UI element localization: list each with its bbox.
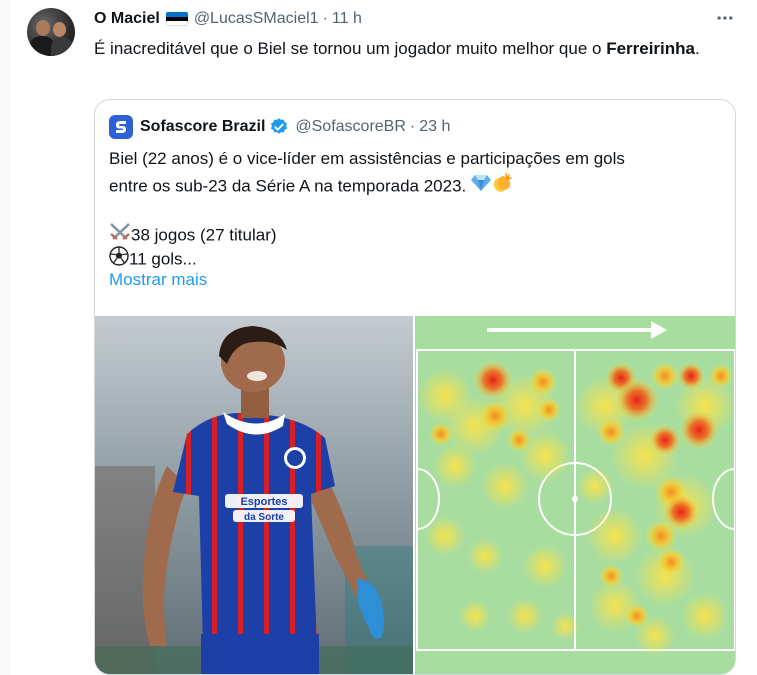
separator-dot: · (409, 118, 416, 135)
quote-header: Sofascore Brazil @SofascoreBR · 23 h (109, 115, 450, 139)
tweet[interactable]: O Maciel @LucasSMaciel1 · 11 h É inacred… (10, 0, 757, 675)
more-options-button[interactable] (710, 6, 740, 30)
tweet-time[interactable]: 11 h (332, 10, 362, 28)
clapping-hands-emoji-icon (491, 172, 513, 202)
tweet-text: É inacreditável que o Biel se tornou um … (94, 39, 700, 58)
verified-badge-icon (269, 117, 289, 137)
heatmap-pitch (415, 316, 735, 674)
gem-emoji-icon (470, 174, 491, 200)
quote-text-line-2: entre os sub-23 da Série A na temporada … (109, 172, 513, 202)
svg-text:da Sorte: da Sorte (244, 512, 284, 523)
sponsor-text: Esportes (240, 496, 287, 508)
separator-dot: · (322, 10, 328, 27)
quote-author-handle[interactable]: @SofascoreBR (295, 118, 406, 136)
more-dots-icon (717, 16, 733, 20)
tweet-header: O Maciel @LucasSMaciel1 · 11 h (94, 8, 362, 30)
quote-text-line-1: Biel (22 anos) é o vice-líder em assistê… (109, 149, 625, 168)
quote-time[interactable]: 23 h (419, 118, 450, 136)
estonia-flag-icon (165, 12, 188, 26)
quote-author-name[interactable]: Sofascore Brazil (140, 118, 265, 136)
author-name[interactable]: O Maciel (94, 10, 160, 28)
quoted-tweet[interactable]: Sofascore Brazil @SofascoreBR · 23 h Bie… (94, 99, 736, 675)
author-handle[interactable]: @LucasSMaciel1 (194, 10, 319, 28)
mention-bold: Ferreirinha (606, 39, 695, 58)
player-photo[interactable]: Esportes da Sorte (95, 316, 413, 674)
sofascore-logo-icon (109, 115, 133, 139)
heatmap-image[interactable] (415, 316, 735, 674)
author-avatar[interactable] (27, 8, 75, 56)
show-more-link[interactable]: Mostrar mais (109, 270, 207, 290)
player-photo-image: Esportes da Sorte (95, 316, 413, 674)
